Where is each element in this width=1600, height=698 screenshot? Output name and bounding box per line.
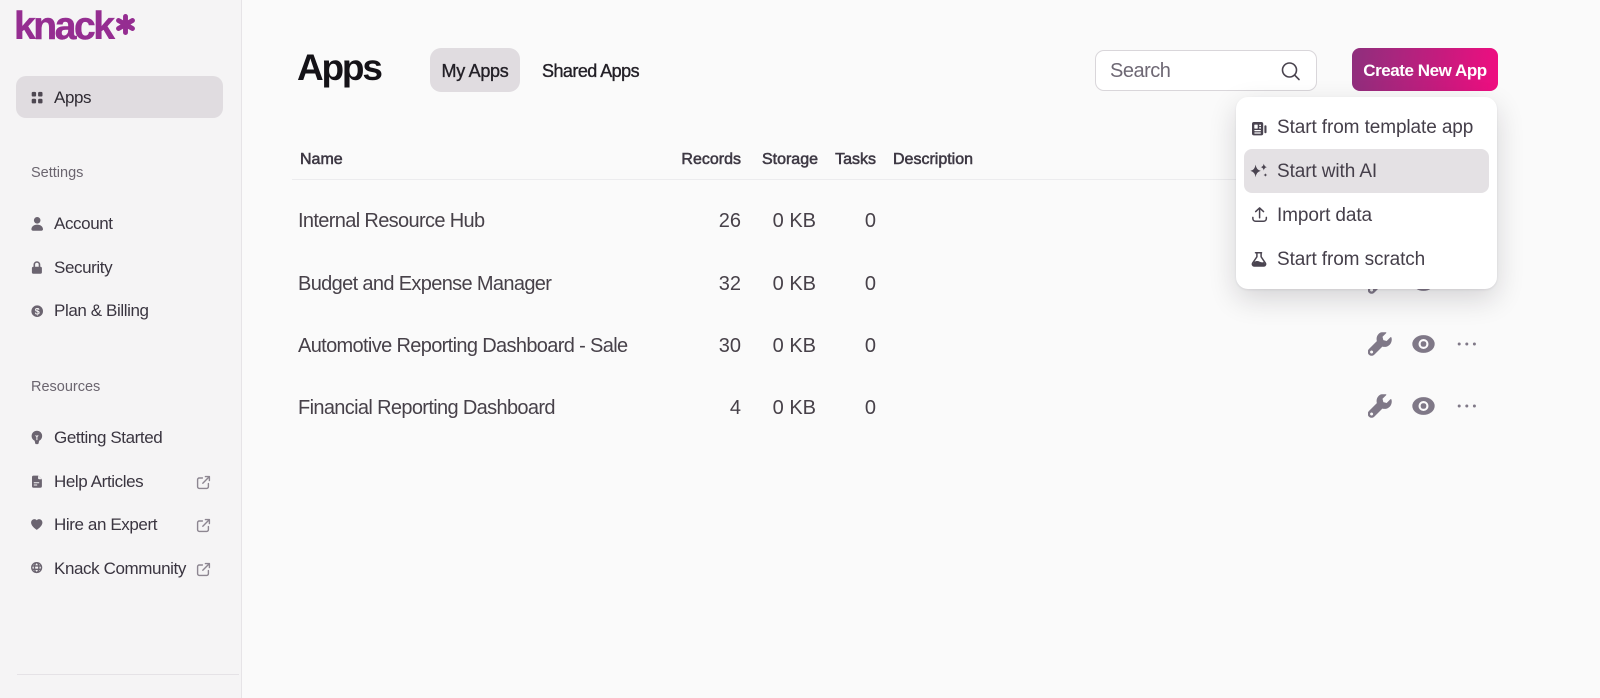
svg-text:$: $ [35, 306, 40, 316]
